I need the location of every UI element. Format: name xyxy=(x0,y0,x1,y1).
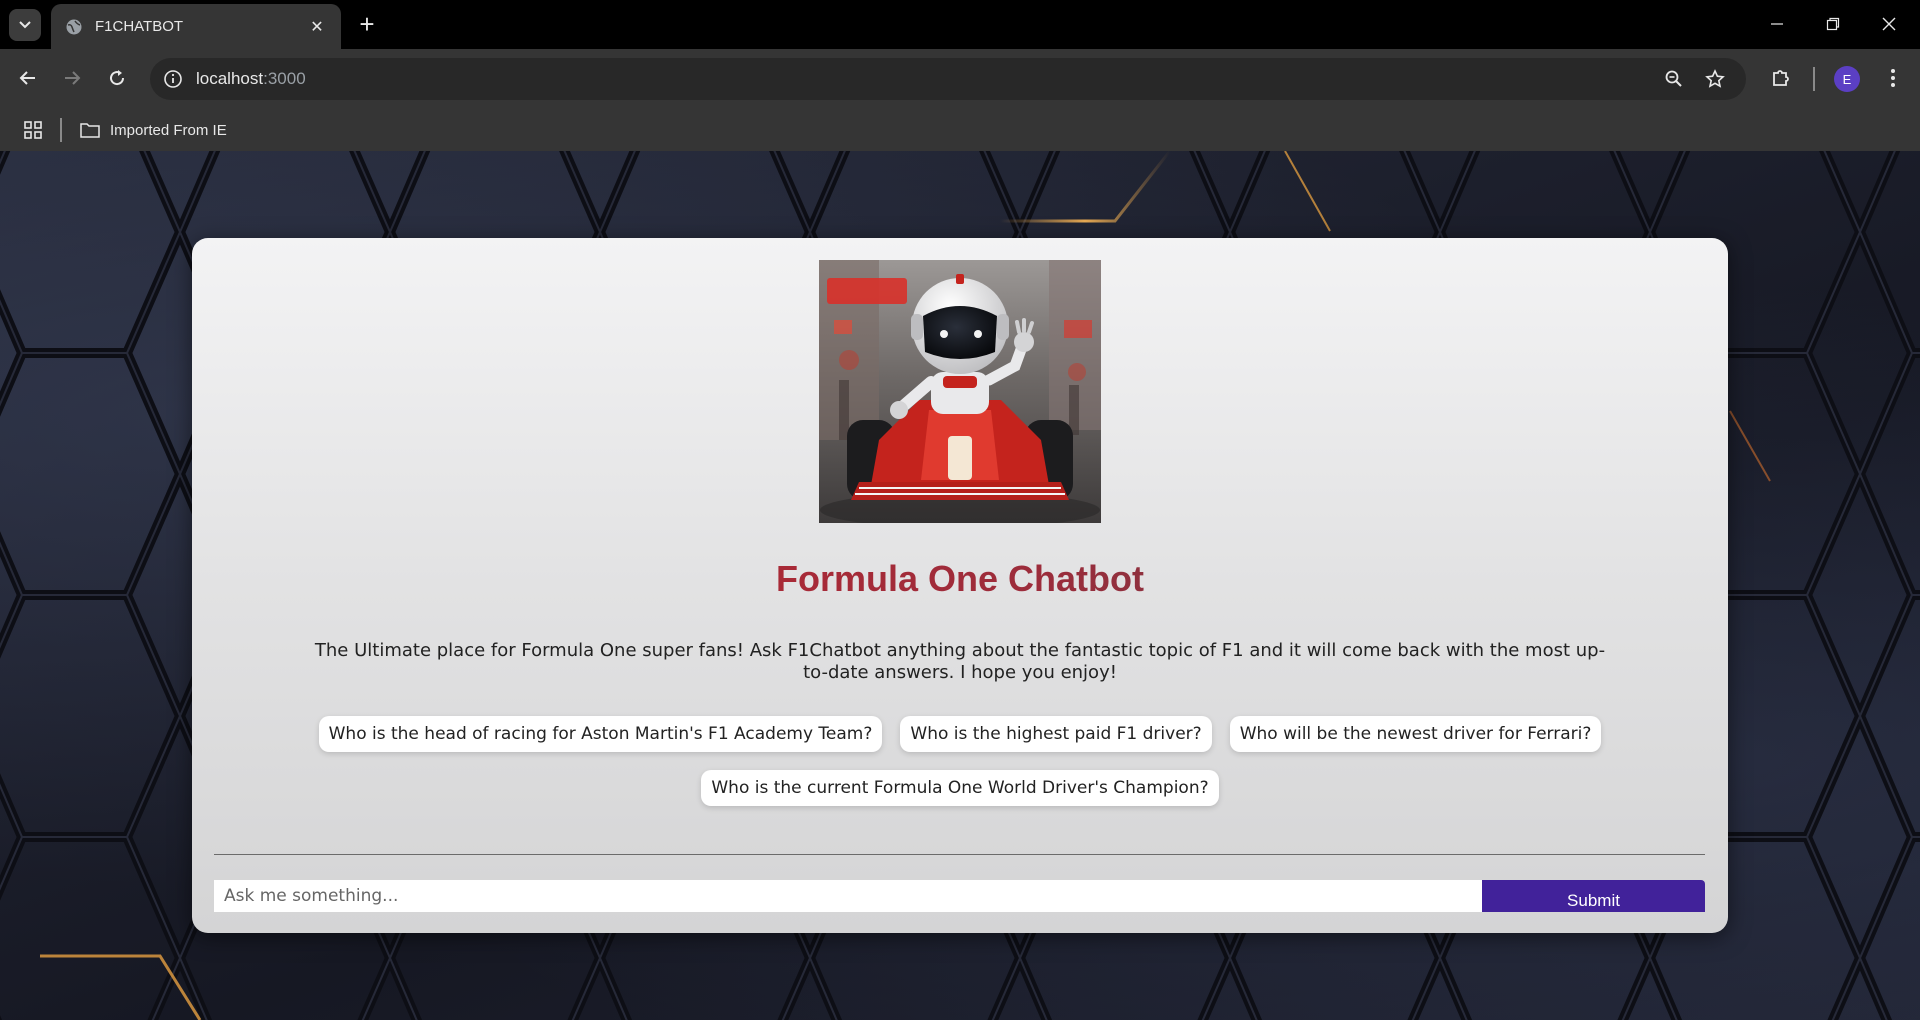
bookmark-folder-label: Imported From IE xyxy=(110,121,227,139)
tab-close-icon[interactable]: ✕ xyxy=(305,15,329,39)
profile-avatar[interactable]: E xyxy=(1834,66,1860,92)
prompt-suggestion[interactable]: Who is the head of racing for Aston Mart… xyxy=(318,716,883,752)
bookmark-folder[interactable]: Imported From IE xyxy=(80,115,227,145)
bookmark-star-icon[interactable] xyxy=(1703,67,1727,91)
folder-icon xyxy=(80,123,100,138)
reload-button[interactable] xyxy=(101,62,133,94)
submit-button[interactable]: Submit xyxy=(1482,880,1705,912)
bookmarks-separator xyxy=(60,118,62,142)
prompt-suggestion[interactable]: Who is the current Formula One World Dri… xyxy=(701,770,1219,806)
back-button[interactable] xyxy=(12,62,44,94)
reload-icon xyxy=(110,70,125,86)
tab-bar: F1CHATBOT ✕ + xyxy=(0,0,1920,49)
url-host: localhost xyxy=(196,69,264,88)
address-bar[interactable]: localhost:3000 xyxy=(150,58,1746,100)
minimize-button[interactable] xyxy=(1754,6,1800,42)
minimize-icon xyxy=(1771,23,1783,25)
page-description: The Ultimate place for Formula One super… xyxy=(314,640,1606,683)
page-viewport: Formula One Chatbot The Ultimate place f… xyxy=(0,151,1920,1020)
prompt-row: Who is the head of racing for Aston Mart… xyxy=(192,716,1728,752)
browser-tab[interactable]: F1CHATBOT ✕ xyxy=(51,4,341,49)
extensions-icon[interactable] xyxy=(1765,62,1797,94)
chat-card: Formula One Chatbot The Ultimate place f… xyxy=(192,238,1728,933)
arrow-left-icon xyxy=(19,71,35,85)
divider xyxy=(214,854,1705,855)
question-form: Submit xyxy=(214,880,1705,912)
prompt-suggestion[interactable]: Who will be the newest driver for Ferrar… xyxy=(1229,716,1602,752)
menu-dots-icon[interactable] xyxy=(1877,62,1909,94)
new-tab-button[interactable]: + xyxy=(352,10,382,40)
toolbar-separator xyxy=(1813,67,1815,91)
tab-title: F1CHATBOT xyxy=(95,18,184,35)
restore-button[interactable] xyxy=(1810,6,1856,42)
restore-icon xyxy=(1826,17,1840,31)
suggested-prompts: Who is the head of racing for Aston Mart… xyxy=(192,716,1728,806)
question-input[interactable] xyxy=(214,880,1482,912)
close-icon xyxy=(1882,17,1896,31)
arrow-right-icon xyxy=(65,71,81,85)
tab-search-button[interactable] xyxy=(9,9,41,41)
url-port: :3000 xyxy=(263,69,306,88)
prompt-row: Who is the current Formula One World Dri… xyxy=(192,770,1728,806)
prompt-suggestion[interactable]: Who is the highest paid F1 driver? xyxy=(900,716,1212,752)
chevron-down-icon xyxy=(19,21,31,29)
chatbot-robot-image xyxy=(819,260,1101,523)
globe-icon xyxy=(66,19,82,34)
apps-grid-icon[interactable] xyxy=(20,117,46,143)
zoom-icon[interactable] xyxy=(1662,67,1686,91)
forward-button[interactable] xyxy=(56,62,88,94)
close-window-button[interactable] xyxy=(1866,6,1912,42)
info-icon[interactable] xyxy=(162,68,184,90)
url-text[interactable]: localhost:3000 xyxy=(196,69,306,89)
browser-toolbar: localhost:3000 E xyxy=(0,49,1920,109)
page-title: Formula One Chatbot xyxy=(192,558,1728,600)
bookmarks-bar: Imported From IE xyxy=(0,109,1920,151)
